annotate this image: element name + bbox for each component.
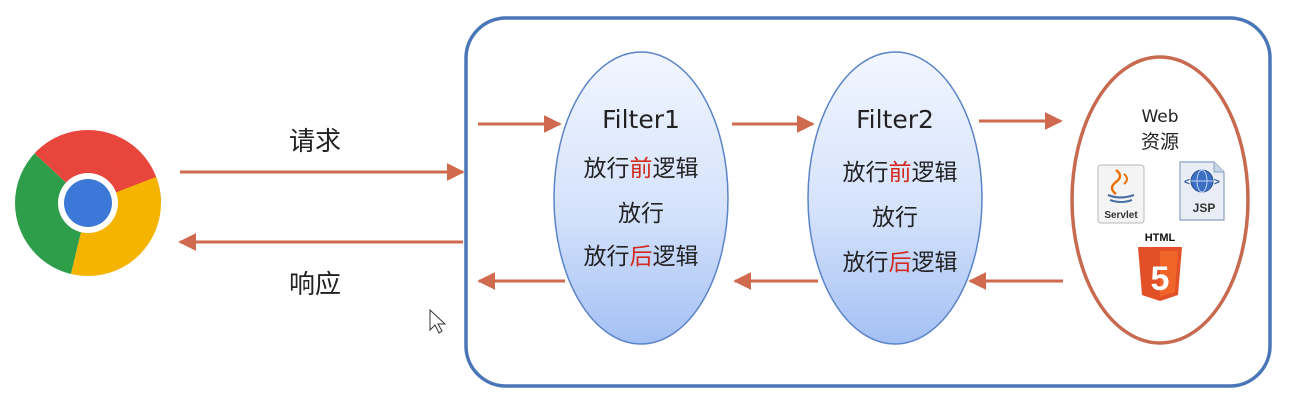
- filter2-line-before: 放行前逻辑: [843, 160, 958, 186]
- web-resource-title-line2: 资源: [1141, 131, 1179, 153]
- filter2-title: Filter2: [856, 105, 934, 134]
- filter1-title: Filter1: [602, 105, 680, 134]
- web-resource-node: Web 资源 Servlet < > JSP HTML 5: [1070, 55, 1250, 345]
- filter1-node: Filter1 放行前逻辑 放行 放行后逻辑: [553, 51, 729, 345]
- response-label: 响应: [289, 270, 341, 300]
- servlet-label: Servlet: [1104, 210, 1138, 221]
- jsp-label: JSP: [1193, 201, 1216, 215]
- filter1-line-before: 放行前逻辑: [584, 156, 699, 182]
- svg-text:<: <: [1184, 177, 1190, 188]
- java-servlet-icon: Servlet: [1097, 164, 1145, 224]
- filter2-node: Filter2 放行前逻辑 放行 放行后逻辑: [807, 51, 983, 345]
- mouse-cursor-icon: [429, 308, 447, 334]
- filter1-line-after: 放行后逻辑: [584, 244, 699, 270]
- web-resource-title-line1: Web: [1141, 107, 1178, 127]
- filter2-line-after: 放行后逻辑: [843, 250, 958, 276]
- html-label: HTML: [1145, 232, 1176, 244]
- html5-number: 5: [1151, 260, 1170, 298]
- request-label: 请求: [289, 127, 341, 157]
- filter-chain-diagram: 请求 响应 Filter1 放行前逻辑 放行 放行后逻辑 Filter2 放行前…: [15, 16, 1272, 388]
- filter1-line-pass: 放行: [618, 201, 664, 227]
- jsp-icon: < > JSP: [1179, 161, 1225, 221]
- chrome-browser-icon: [15, 130, 161, 276]
- filter2-line-pass: 放行: [872, 205, 918, 231]
- svg-text:>: >: [1214, 177, 1220, 188]
